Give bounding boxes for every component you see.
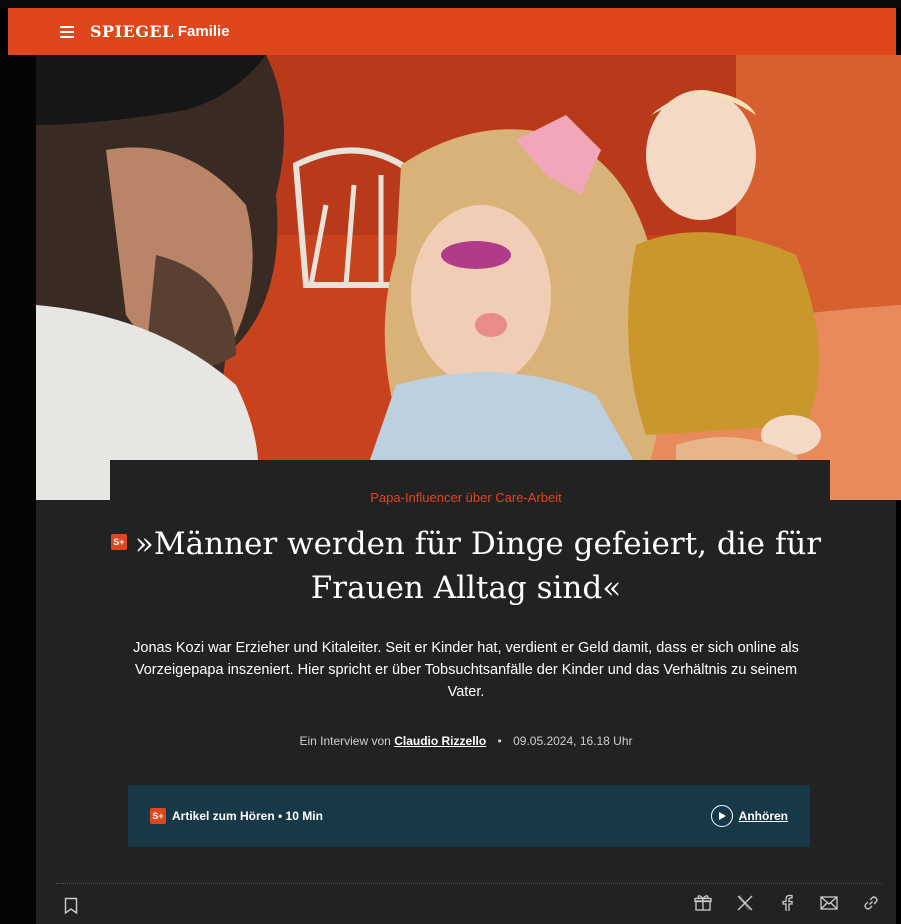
toolbar-divider [56,883,882,884]
facebook-icon[interactable] [777,893,797,913]
bookmark-icon[interactable] [64,897,78,915]
menu-icon[interactable] [60,25,74,38]
hero-image [36,55,901,500]
publish-date: 09.05.2024, 16.18 Uhr [513,734,633,748]
listen-button[interactable]: Anhören [710,805,788,827]
article-teaser: Jonas Kozi war Erzieher und Kitaleiter. … [133,640,799,700]
audio-label: Artikel zum Hören • 10 Min [172,809,323,823]
byline: Ein Interview von Claudio Rizzello • 09.… [36,734,896,748]
left-sidebar-bar [0,55,36,924]
section-name[interactable]: Familie [178,23,230,40]
spiegel-logo[interactable]: SPIEGEL [90,22,174,41]
spiegel-plus-badge: S+ [150,808,166,824]
share-toolbar [693,893,881,913]
title-line-2: Frauen Alltag sind« [310,570,622,606]
article-kicker[interactable]: Papa-Influencer über Care-Arbeit [36,490,896,505]
audio-player-bar: S+ Artikel zum Hören • 10 Min Anhören [128,785,810,847]
byline-prefix: Ein Interview von [299,734,391,748]
title-line-1: »Männer werden für Dinge gefeiert, die f… [134,526,822,562]
play-icon[interactable] [710,805,733,827]
listen-label[interactable]: Anhören [739,809,788,823]
browser-top-strip [0,0,901,8]
article-title: S+ »Männer werden für Dinge gefeiert, die… [36,522,896,610]
mail-icon[interactable] [819,893,839,913]
author-link[interactable]: Claudio Rizzello [394,734,486,748]
site-header: SPIEGEL Familie [8,8,896,55]
spiegel-plus-badge: S+ [110,533,127,550]
hero-photo [36,55,901,500]
link-icon[interactable] [861,893,881,913]
x-icon[interactable] [735,893,755,913]
byline-separator: • [497,734,502,748]
gift-icon[interactable] [693,893,713,913]
